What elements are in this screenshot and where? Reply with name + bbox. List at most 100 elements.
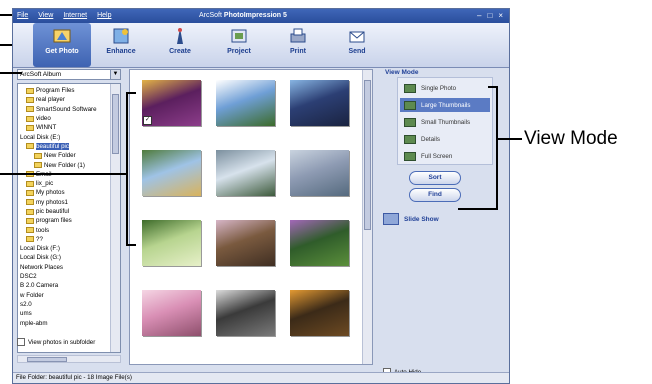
folder-icon xyxy=(26,199,34,206)
tree-item-label: video xyxy=(36,115,51,123)
checkmark-icon[interactable]: ✓ xyxy=(143,116,152,125)
tree-item-label: B 2.0 Camera xyxy=(20,282,59,290)
view-mode-single-photo[interactable]: Single Photo xyxy=(400,81,490,95)
tree-item[interactable]: New Folder xyxy=(20,151,110,160)
photo-thumbnail[interactable] xyxy=(290,220,349,266)
tree-item[interactable]: beautiful pic xyxy=(20,142,110,151)
callout-line xyxy=(0,14,12,16)
tree-item[interactable]: ums xyxy=(20,309,110,318)
tree-item[interactable]: My photos xyxy=(20,188,110,197)
view-mode-details[interactable]: Details xyxy=(400,132,490,146)
subfolder-checkbox[interactable]: View photos in subfolder xyxy=(17,338,95,346)
tree-item[interactable]: New Folder (1) xyxy=(20,160,110,169)
tree-item[interactable]: Local Disk (E:) xyxy=(20,132,110,141)
tree-item-label: Local Disk (G:) xyxy=(20,254,61,262)
tree-item[interactable]: my photos1 xyxy=(20,198,110,207)
slide-show-button[interactable]: Slide Show xyxy=(383,213,439,225)
tree-item[interactable]: Local Disk (F:) xyxy=(20,244,110,253)
scroll-thumb[interactable] xyxy=(112,94,119,154)
chevron-down-icon[interactable]: ▼ xyxy=(110,70,120,79)
tree-item-label: real player xyxy=(36,96,65,104)
photo-thumbnail[interactable] xyxy=(290,290,349,336)
tree-item[interactable]: real player xyxy=(20,95,110,104)
tree-item[interactable]: tools xyxy=(20,225,110,234)
browser-scrollbar[interactable] xyxy=(362,70,372,364)
create-icon xyxy=(151,26,209,46)
tree-item-label: ?? xyxy=(36,235,43,243)
view-mode-full-screen[interactable]: Full Screen xyxy=(400,149,490,163)
tree-item[interactable]: w Folder xyxy=(20,291,110,300)
toolbar-get-photo-button[interactable]: Get Photo xyxy=(33,23,91,67)
slideshow-icon xyxy=(383,213,399,225)
photo-thumbnail[interactable] xyxy=(290,150,349,196)
tree-item[interactable]: ?? xyxy=(20,235,110,244)
photo-thumbnail[interactable] xyxy=(216,150,275,196)
tree-item[interactable]: video xyxy=(20,114,110,123)
tree-item-label: DSC2 xyxy=(20,273,37,281)
tree-vertical-scrollbar[interactable] xyxy=(110,84,120,352)
photo-thumbnail[interactable] xyxy=(216,220,275,266)
toolbar-enhance-button[interactable]: Enhance xyxy=(92,23,150,67)
folder-icon xyxy=(26,217,34,224)
folder-icon xyxy=(26,143,34,150)
view-mode-label: Single Photo xyxy=(421,84,457,92)
tree-item-label: SmartSound Software xyxy=(36,105,97,113)
tree-item[interactable]: DSC2 xyxy=(20,272,110,281)
tree-item[interactable]: mple-abm xyxy=(20,318,110,327)
folder-icon xyxy=(26,227,34,234)
tree-item[interactable]: pic beautiful xyxy=(20,207,110,216)
tree-item[interactable]: SmartSound Software xyxy=(20,105,110,114)
tree-item-label: Local Disk (F:) xyxy=(20,245,60,253)
menu-file[interactable]: File xyxy=(17,12,28,19)
photo-thumbnail[interactable] xyxy=(142,220,201,266)
folder-panel: ArcSoft Album ▼ Program Files real player… xyxy=(17,69,123,369)
photo-thumbnail[interactable] xyxy=(142,150,201,196)
tree-item[interactable]: WINNT xyxy=(20,123,110,132)
tree-item[interactable]: Network Places xyxy=(20,263,110,272)
tree-item[interactable]: Local Disk (G:) xyxy=(20,253,110,262)
toolbar-print-button[interactable]: Print xyxy=(269,23,327,67)
window-title: ArcSoft PhotoImpression 5 xyxy=(199,12,287,19)
find-button[interactable]: Find xyxy=(409,188,461,202)
view-mode-large-thumbnails[interactable]: Large Thumbnails xyxy=(400,98,490,112)
tree-item[interactable]: lix_pic xyxy=(20,179,110,188)
tree-item[interactable]: B 2.0 Camera xyxy=(20,281,110,290)
minimize-button[interactable]: – xyxy=(477,11,481,20)
photo-thumbnail[interactable]: ✓ xyxy=(142,80,201,126)
menu-view[interactable]: View xyxy=(38,12,53,19)
scroll-thumb[interactable] xyxy=(364,80,371,230)
callout-line xyxy=(126,92,136,94)
menu-help[interactable]: Help xyxy=(97,12,111,19)
callout-line xyxy=(496,138,522,140)
photo-thumbnail[interactable] xyxy=(216,80,275,126)
tree-item-label: My photos xyxy=(36,189,65,197)
callout-line xyxy=(0,72,22,74)
photo-thumbnail[interactable] xyxy=(216,290,275,336)
tree-item-label: my photos1 xyxy=(36,198,68,206)
checkbox-box[interactable] xyxy=(17,338,25,346)
photo-thumbnail[interactable] xyxy=(290,80,349,126)
tree-item[interactable]: program files xyxy=(20,216,110,225)
toolbar-project-button[interactable]: Project xyxy=(210,23,268,67)
view-mode-icon xyxy=(404,83,416,93)
tree-item-label: s2.0 xyxy=(20,300,32,308)
scroll-thumb[interactable] xyxy=(27,357,67,362)
view-mode-small-thumbnails[interactable]: Small Thumbnails xyxy=(400,115,490,129)
folder-tree: Program Files real player SmartSound Softw… xyxy=(17,83,121,353)
print-icon xyxy=(269,26,327,46)
view-mode-icon xyxy=(404,151,416,161)
toolbar-create-button[interactable]: Create xyxy=(151,23,209,67)
source-select[interactable]: ArcSoft Album ▼ xyxy=(17,69,121,80)
folder-icon xyxy=(34,152,42,159)
tree-horizontal-scrollbar[interactable] xyxy=(17,355,121,363)
sort-button[interactable]: Sort xyxy=(409,171,461,185)
toolbar-send-button[interactable]: Send xyxy=(328,23,386,67)
tree-item[interactable]: s2.0 xyxy=(20,300,110,309)
maximize-button[interactable]: □ xyxy=(487,11,492,20)
tree-item-label: WINNT xyxy=(36,124,57,132)
photo-thumbnail[interactable] xyxy=(142,290,201,336)
close-button[interactable]: × xyxy=(498,11,503,20)
menu-internet[interactable]: Internet xyxy=(63,12,87,19)
tree-item[interactable]: Program Files xyxy=(20,86,110,95)
folder-icon xyxy=(26,106,34,113)
